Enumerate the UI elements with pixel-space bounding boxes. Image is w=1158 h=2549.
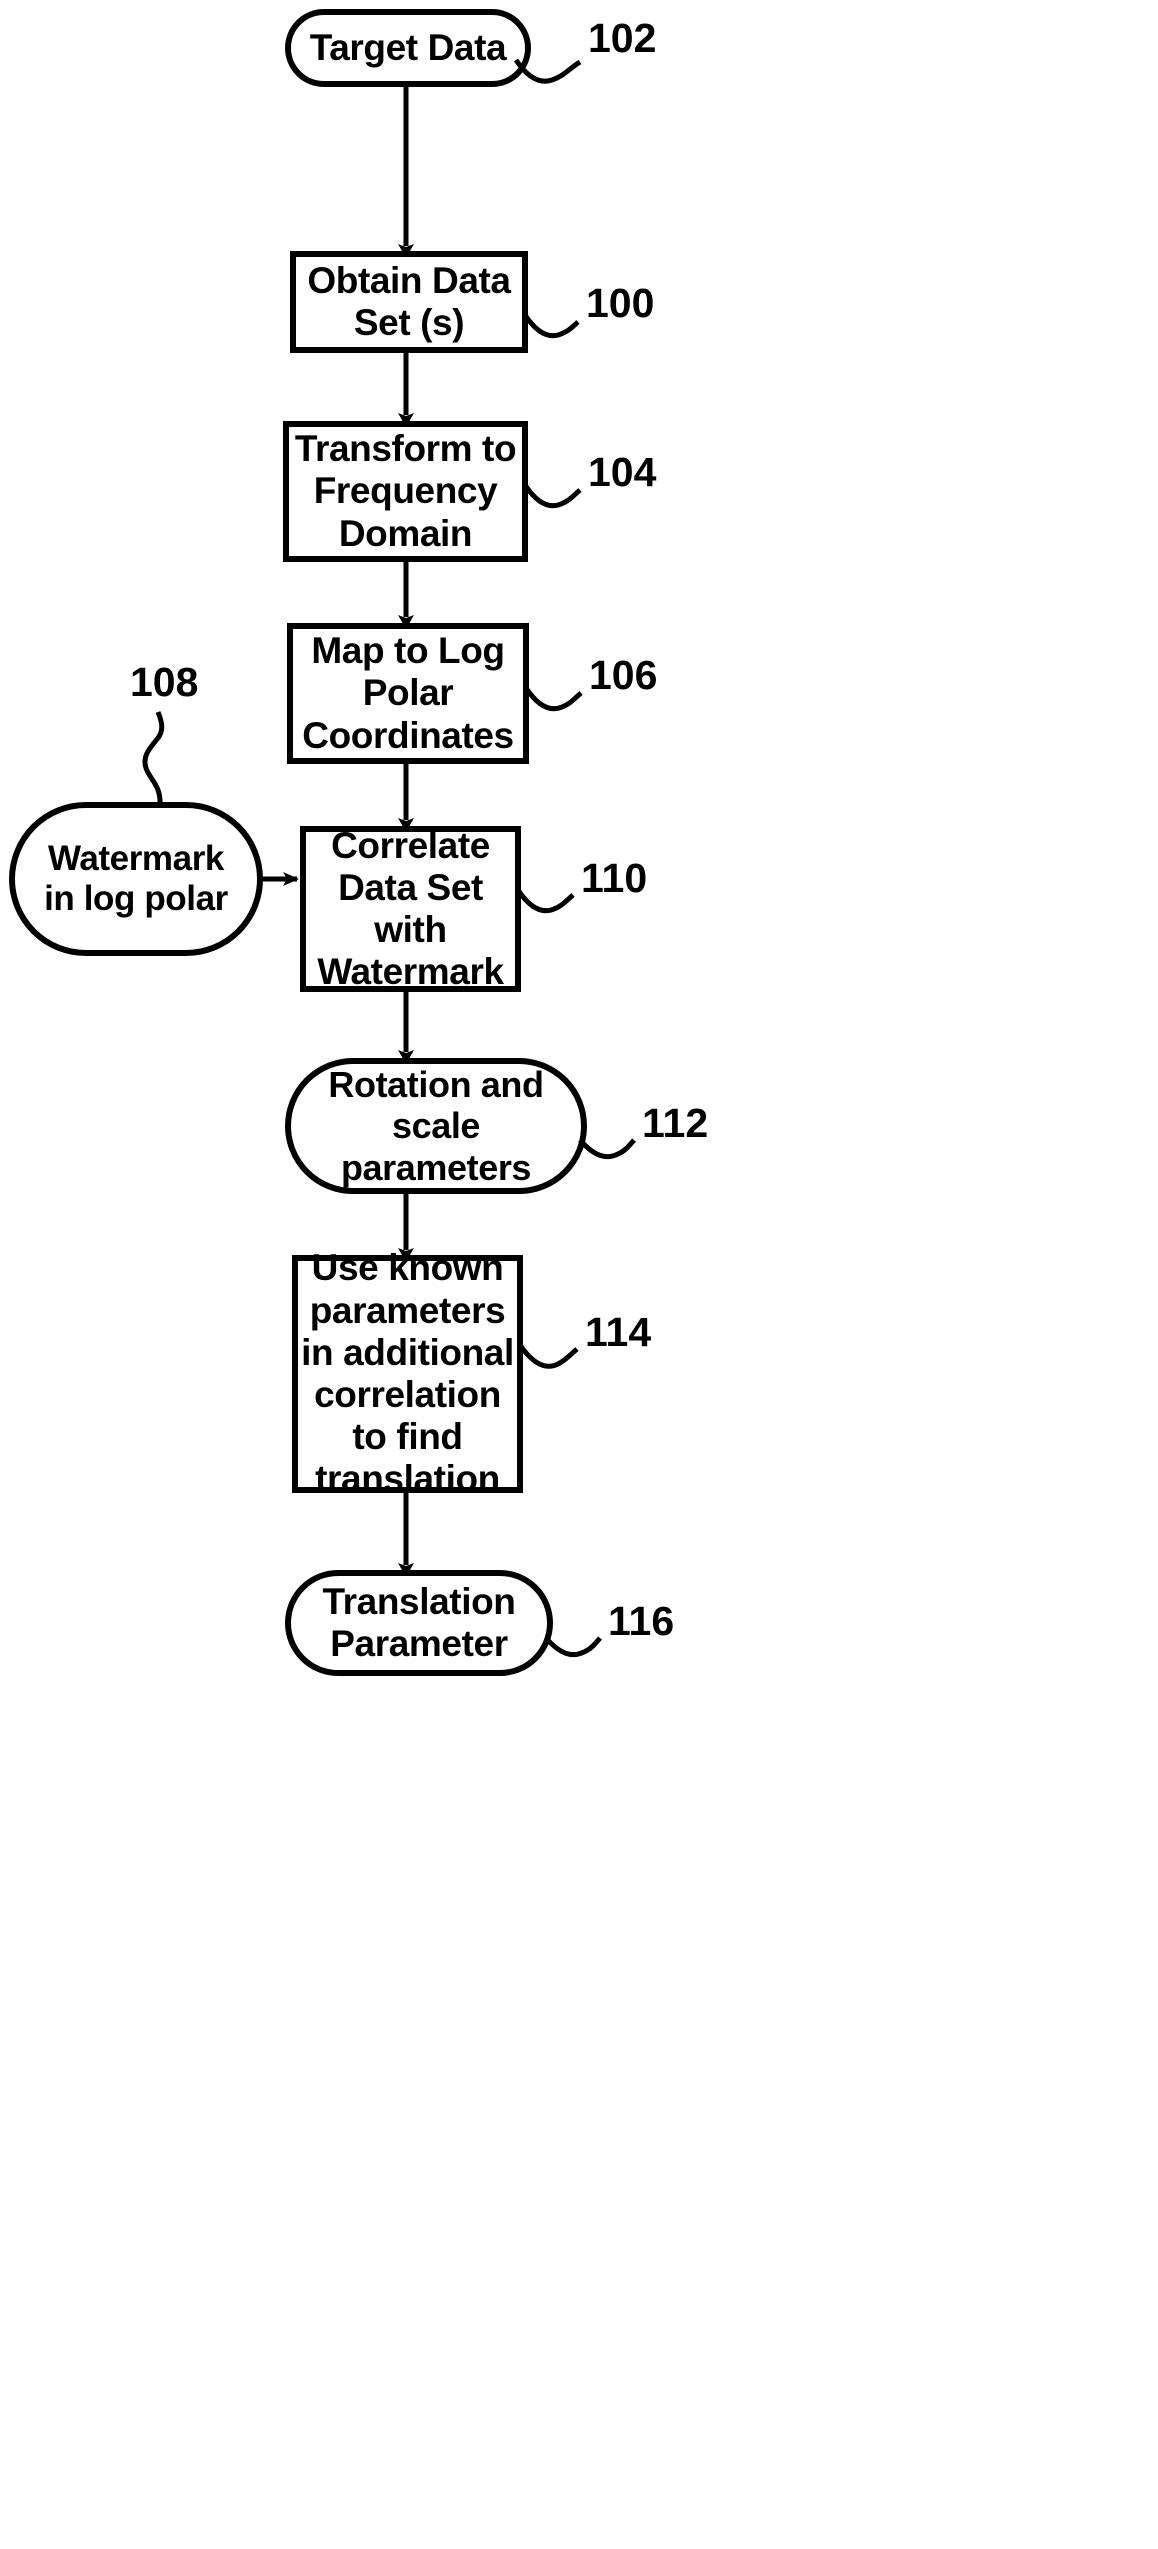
node-obtain-data-set[interactable] [290, 251, 528, 353]
node-watermark-shape[interactable] [8, 802, 264, 956]
ref-label-100: 100 [586, 280, 655, 326]
ref-label-108: 108 [130, 659, 199, 705]
node-transform-frequency-domain[interactable] [283, 421, 528, 562]
ref-label-110: 110 [581, 855, 648, 901]
leader-line-112 [578, 1138, 636, 1160]
leader-line-100 [522, 313, 580, 339]
leader-line-114 [517, 1343, 579, 1369]
leader-line-110 [515, 888, 575, 914]
ref-label-102: 102 [588, 15, 657, 61]
ref-label-116: 116 [608, 1598, 675, 1644]
node-correlate-with-watermark[interactable] [300, 826, 521, 992]
ref-label-114: 114 [585, 1309, 652, 1355]
leader-line-108 [142, 711, 165, 806]
leader-line-104 [522, 483, 582, 509]
ref-label-106: 106 [589, 652, 658, 698]
node-map-log-polar[interactable] [287, 623, 529, 764]
ref-label-104: 104 [588, 449, 657, 495]
ref-label-112: 112 [642, 1100, 709, 1146]
leader-line-116 [544, 1636, 602, 1658]
node-rotation-scale-parameters[interactable] [284, 1058, 588, 1194]
flowchart-canvas [8, 9, 636, 1676]
node-use-known-parameters[interactable] [292, 1255, 523, 1493]
node-translation-parameter[interactable] [284, 1570, 554, 1676]
node-target-data[interactable] [285, 9, 531, 87]
leader-line-106 [523, 686, 583, 712]
patent-flowchart-figure: Target Data Obtain Data Set (s) Transfor… [0, 0, 1158, 2549]
